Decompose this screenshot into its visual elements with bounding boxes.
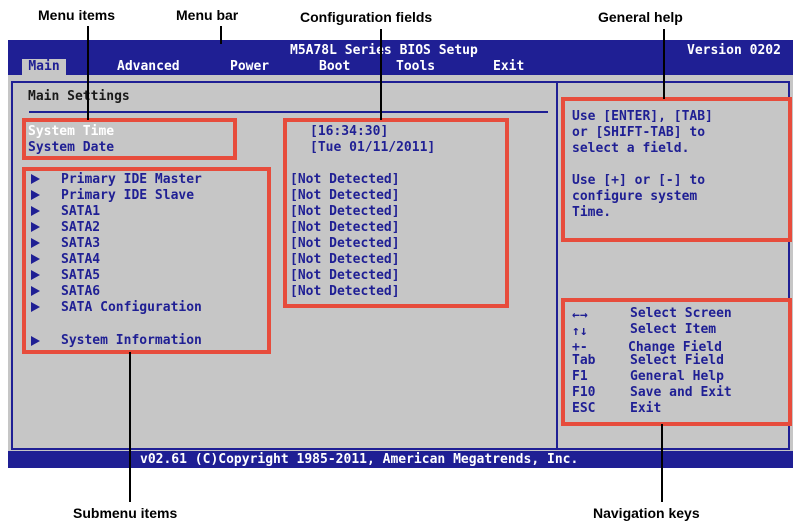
- callout-line-navigation-keys: [661, 424, 663, 502]
- highlight-configuration-fields: [283, 118, 509, 308]
- help-divider: [556, 83, 558, 448]
- menu-tab-tools[interactable]: Tools: [396, 59, 435, 75]
- copyright-text: v02.61 (C)Copyright 1985-2011, American …: [140, 452, 579, 467]
- callout-configuration-fields: Configuration fields: [300, 9, 433, 25]
- footer-bar: v02.61 (C)Copyright 1985-2011, American …: [8, 451, 793, 468]
- menu-tab-exit[interactable]: Exit: [493, 59, 524, 75]
- section-title: Main Settings: [28, 89, 130, 104]
- callout-line-menu-bar: [220, 26, 222, 44]
- highlight-submenu-items: [22, 167, 271, 354]
- callout-navigation-keys: Navigation keys: [593, 505, 700, 521]
- menu-tab-boot[interactable]: Boot: [319, 59, 350, 75]
- callout-submenu-items: Submenu items: [73, 505, 178, 521]
- callout-line-general-help: [663, 29, 665, 99]
- callout-line-configuration-fields: [380, 29, 382, 120]
- callout-menu-bar: Menu bar: [176, 7, 239, 23]
- highlight-navigation-keys: [561, 298, 792, 426]
- callout-general-help: General help: [598, 9, 683, 25]
- callout-line-submenu-items: [129, 352, 131, 502]
- callout-line-menu-items: [87, 26, 89, 120]
- bios-title: M5A78L Series BIOS Setup: [290, 43, 478, 58]
- bios-version: Version 0202: [687, 43, 781, 58]
- highlight-menu-items: [22, 118, 237, 160]
- menu-tab-advanced[interactable]: Advanced: [117, 59, 180, 75]
- callout-menu-items: Menu items: [38, 7, 116, 23]
- menu-tab-power[interactable]: Power: [230, 59, 269, 75]
- menu-tab-main[interactable]: Main: [22, 59, 66, 75]
- highlight-general-help: [561, 97, 792, 242]
- menu-bar: M5A78L Series BIOS Setup Version 0202 Ma…: [8, 40, 793, 75]
- section-divider: [29, 111, 548, 113]
